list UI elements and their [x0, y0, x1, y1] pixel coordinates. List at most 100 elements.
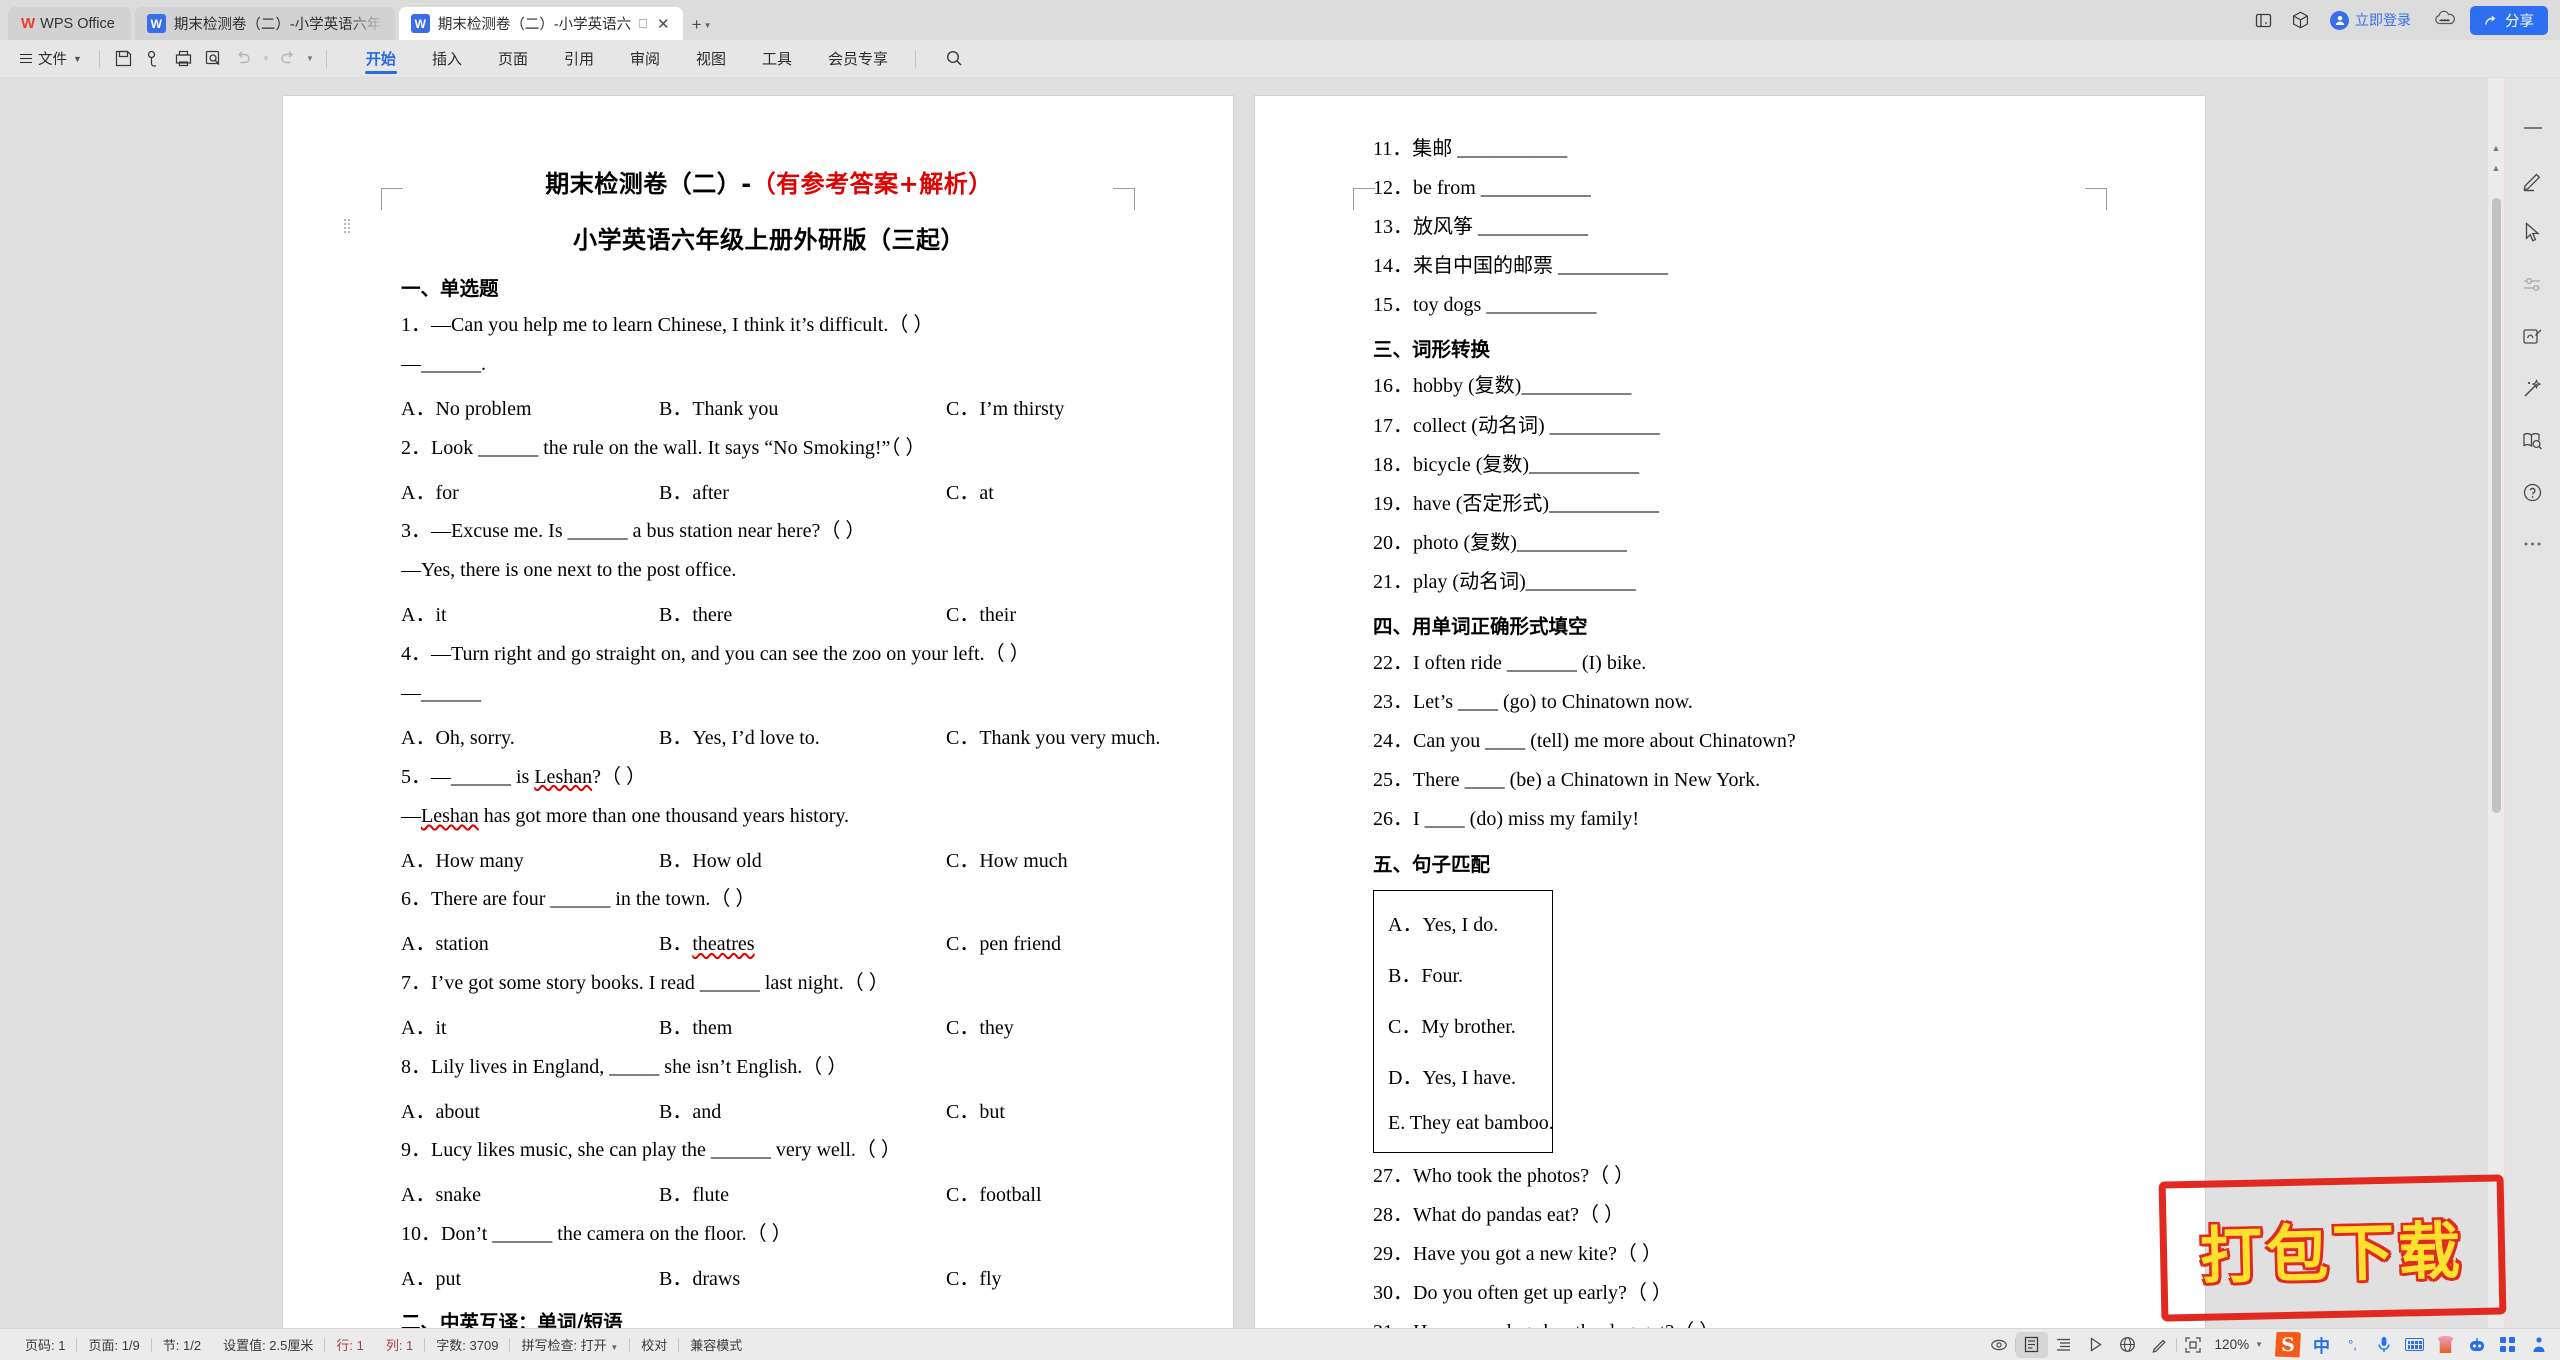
- file-menu-label: 文件: [38, 52, 67, 68]
- undo-dropdown-icon[interactable]: ▼: [259, 45, 273, 73]
- option-a: A．it: [401, 1017, 447, 1040]
- restore-tab-icon[interactable]: ⎕: [639, 16, 647, 32]
- status-section[interactable]: 节: 1/2: [152, 1335, 212, 1354]
- status-column[interactable]: 列: 1: [375, 1335, 424, 1354]
- punctuation-mode-icon[interactable]: °,: [2337, 1332, 2368, 1358]
- question-2-options: A．for B．after C．at: [401, 476, 1137, 505]
- question-5-pre: 5．—______ is: [401, 765, 535, 788]
- fit-page-icon[interactable]: [2177, 1332, 2209, 1358]
- file-menu-button[interactable]: 文件 ▼: [12, 45, 90, 73]
- ime-robot-icon[interactable]: [2461, 1332, 2492, 1358]
- ribbon-tab-page[interactable]: 页面: [480, 41, 546, 77]
- ribbon-tab-membership[interactable]: 会员专享: [810, 41, 906, 77]
- ribbon-tab-tools[interactable]: 工具: [744, 41, 810, 77]
- status-compatibility-mode[interactable]: 兼容模式: [679, 1335, 753, 1354]
- status-proofread[interactable]: 校对: [630, 1335, 678, 1354]
- divider: [915, 49, 917, 68]
- zoom-level[interactable]: 120%: [2209, 1337, 2256, 1352]
- select-cursor-icon[interactable]: [2513, 206, 2553, 258]
- chevron-down-icon[interactable]: ▼: [2255, 1340, 2269, 1349]
- sogou-logo-icon[interactable]: S: [2275, 1331, 2301, 1358]
- quick-access-more-icon[interactable]: ▼: [303, 45, 317, 73]
- ribbon-tab-home-label: 开始: [365, 51, 396, 68]
- outline-view-icon[interactable]: [2048, 1332, 2080, 1358]
- option-b: B．there: [659, 604, 733, 627]
- save-button[interactable]: [109, 45, 139, 73]
- chinese-mode-icon[interactable]: 中: [2306, 1332, 2337, 1358]
- ribbon-tab-review[interactable]: 审阅: [612, 41, 678, 77]
- magic-tools-icon[interactable]: [2513, 362, 2553, 414]
- question-1: 1．—Can you help me to learn Chinese, I t…: [401, 314, 934, 336]
- question-28: 28．What do pandas eat?（ ）: [1373, 1203, 1625, 1226]
- question-30: 30．Do you often get up early?（ ）: [1373, 1281, 1672, 1304]
- ribbon-bar: 文件 ▼ ▼ ▼ 开始 插入 页面 引用 审阅 视图 工具 会员专享: [0, 40, 2560, 78]
- cloud-status-icon[interactable]: [2434, 10, 2456, 31]
- scroll-up-icon[interactable]: ▲: [2488, 138, 2504, 158]
- document-canvas[interactable]: 期末检测卷（二）-（有参考答案+解析） 小学英语六年级上册外研版（三起） 一、单…: [0, 78, 2560, 1328]
- web-layout-icon[interactable]: [2112, 1332, 2144, 1358]
- status-page-number[interactable]: 页码: 1: [14, 1335, 76, 1354]
- document-page-1[interactable]: 期末检测卷（二）-（有参考答案+解析） 小学英语六年级上册外研版（三起） 一、单…: [283, 96, 1233, 1328]
- vertical-scrollbar[interactable]: ▲ ▲: [2488, 78, 2504, 1328]
- question-29: 29．Have you got a new kite?（ ）: [1373, 1242, 1662, 1265]
- scroll-page-up-icon[interactable]: ▲: [2488, 158, 2504, 178]
- presentation-play-icon[interactable]: [2080, 1332, 2112, 1358]
- new-tab-button[interactable]: + ▼: [689, 10, 715, 40]
- cube-3d-icon[interactable]: [2283, 4, 2317, 36]
- status-row[interactable]: 行: 1: [325, 1335, 374, 1354]
- wps-home-tab[interactable]: W WPS Office: [8, 7, 131, 40]
- question-4: 4．—Turn right and go straight on, and yo…: [401, 642, 1030, 665]
- undo-button[interactable]: [229, 45, 259, 73]
- question-3-answer-line: —Yes, there is one next to the post offi…: [401, 559, 737, 582]
- close-tab-icon[interactable]: ✕: [655, 15, 672, 33]
- eye-preview-icon[interactable]: [1983, 1332, 2015, 1358]
- document-page-2[interactable]: 11．集邮 ___________ 12．be from ___________…: [1255, 96, 2205, 1328]
- microphone-icon[interactable]: [2368, 1332, 2399, 1358]
- status-page-count[interactable]: 页面: 1/9: [77, 1335, 150, 1354]
- status-word-count[interactable]: 字数: 3709: [425, 1335, 509, 1354]
- sidebar-panel-icon[interactable]: [2246, 4, 2280, 36]
- handwriting-icon[interactable]: [2513, 310, 2553, 362]
- login-button[interactable]: 立即登录: [2320, 5, 2421, 35]
- ribbon-tab-view[interactable]: 视图: [678, 41, 744, 77]
- soft-keyboard-icon[interactable]: [2399, 1332, 2430, 1358]
- spellcheck-word: theatres: [692, 933, 755, 956]
- ime-apps-grid-icon[interactable]: [2492, 1332, 2523, 1358]
- page-layout-view-icon[interactable]: [2015, 1331, 2048, 1358]
- match-option-d: D．Yes, I have.: [1388, 1066, 1516, 1089]
- ribbon-tab-home[interactable]: 开始: [348, 41, 414, 77]
- question-24: 24．Can you ____ (tell) me more about Chi…: [1373, 730, 1796, 753]
- help-icon[interactable]: [2513, 466, 2553, 518]
- ime-more-icon[interactable]: [2523, 1332, 2554, 1358]
- print-button[interactable]: [169, 45, 199, 73]
- status-margin-value[interactable]: 设置值: 2.5厘米: [212, 1335, 324, 1354]
- document-tab-2[interactable]: W 期末检测卷（二）-小学英语六 ⎕ ✕: [398, 7, 683, 40]
- scrollbar-thumb[interactable]: [2492, 198, 2501, 813]
- share-button[interactable]: 分享: [2470, 6, 2548, 35]
- option-a: A．No problem: [401, 398, 532, 421]
- brush-theme-icon[interactable]: [2144, 1332, 2176, 1358]
- document-search-icon[interactable]: [2513, 414, 2553, 466]
- settings-sliders-icon[interactable]: [2513, 258, 2553, 310]
- collapse-rail-icon[interactable]: [2513, 102, 2553, 154]
- paragraph-handle-icon[interactable]: [343, 218, 352, 234]
- search-icon[interactable]: [939, 45, 969, 73]
- ribbon-tab-insert[interactable]: 插入: [414, 41, 480, 77]
- option-c: C．How much: [946, 849, 1068, 872]
- skin-theme-icon[interactable]: [2430, 1332, 2461, 1358]
- ribbon-tab-tools-label: 工具: [762, 51, 793, 68]
- cloud-sync-button[interactable]: [139, 45, 169, 73]
- print-preview-button[interactable]: [199, 45, 229, 73]
- redo-button[interactable]: [273, 45, 303, 73]
- page-title-red: （有参考答案+解析）: [751, 170, 993, 198]
- option-b: B．and: [659, 1100, 722, 1123]
- highlighter-pen-icon[interactable]: [2513, 154, 2553, 206]
- more-options-icon[interactable]: [2513, 518, 2553, 570]
- section-heading-5: 五、句子匹配: [1373, 852, 1491, 876]
- ribbon-tab-reference[interactable]: 引用: [546, 41, 612, 77]
- status-spellcheck[interactable]: 拼写检查: 打开 ▼: [510, 1335, 629, 1354]
- page-title: 期末检测卷（二）-（有参考答案+解析）: [401, 164, 1137, 199]
- document-tab-1[interactable]: W 期末检测卷（二）-小学英语六年级上册: [134, 7, 395, 40]
- sogou-ime-toolbar: S 中 °,: [2275, 1330, 2554, 1360]
- question-3: 3．—Excuse me. Is ______ a bus station ne…: [401, 520, 866, 543]
